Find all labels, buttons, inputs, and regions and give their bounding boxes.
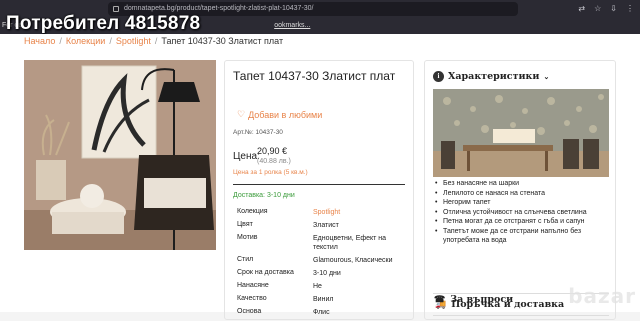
interior-scene-image: [24, 60, 216, 250]
price-per-roll: Цена за 1 ролка (5 кв.м.): [233, 169, 308, 176]
toolbar-icons: ⇄ ☆ ⇩ ⋮: [578, 4, 634, 14]
wallpaper-room-image[interactable]: [433, 89, 609, 177]
spec-row: Срок на доставка 3-10 дни: [237, 269, 407, 278]
breadcrumb-spotlight[interactable]: Spotlight: [116, 36, 151, 46]
headset-icon: ☎: [434, 294, 446, 305]
spec-key: Мотив: [237, 234, 258, 241]
user-overlay-title: Потребител 4815878: [6, 13, 201, 34]
spec-value: Не: [313, 283, 322, 290]
list-item: Негорим тапет: [435, 198, 611, 208]
questions-toggle[interactable]: ☎ За въпроси: [434, 294, 513, 305]
room-scene-image: [433, 89, 609, 177]
spec-row: Стил Glamourous, Класически: [237, 256, 407, 265]
spec-value: Златист: [313, 222, 339, 229]
characteristics-list: Без нанасяне на шарки Лепилото се нанася…: [435, 179, 611, 246]
watermark-logo: bazar: [568, 284, 636, 308]
chevron-down-icon: ⌄: [543, 72, 550, 81]
product-page: Начало / Колекции / Spotlight / Тапет 10437-30…: [0, 34, 640, 320]
characteristics-title: Характеристики: [448, 71, 540, 82]
download-icon[interactable]: ⇩: [610, 4, 617, 14]
translate-icon[interactable]: ⇄: [578, 4, 585, 14]
spec-key: Цвят: [237, 221, 253, 228]
spec-row: Цвят Златист: [237, 221, 407, 230]
spec-value: Флис: [313, 309, 330, 316]
breadcrumb-home[interactable]: Начало: [24, 36, 55, 46]
divider: [233, 184, 405, 185]
bookmarks-link[interactable]: ookmarks...: [274, 22, 310, 29]
questions-title: За въпроси: [450, 294, 514, 305]
spec-key: Основа: [237, 308, 262, 315]
spec-row: Основа Флис: [237, 308, 407, 317]
add-favorite-label: Добави в любими: [248, 109, 323, 120]
product-title: Тапет 10437-30 Златист плат: [233, 69, 396, 83]
spec-row: Колекция Spotlight: [237, 208, 407, 217]
spec-value-link[interactable]: Spotlight: [313, 208, 407, 217]
spec-row: Нанасяне Не: [237, 282, 407, 291]
breadcrumb-current: Тапет 10437-30 Златист плат: [161, 36, 284, 46]
bookmark-star-icon[interactable]: ☆: [594, 4, 601, 14]
spec-key: Срок на доставка: [237, 269, 294, 276]
list-item: Тапетът може да се отстрани напълно без …: [435, 227, 611, 246]
spec-key: Качество: [237, 295, 267, 302]
price-label: Цена:: [233, 151, 260, 162]
spec-row: Качество Винил: [237, 295, 407, 304]
characteristics-toggle[interactable]: i Характеристики ⌄: [433, 71, 549, 82]
spec-value: 3-10 дни: [313, 270, 341, 277]
price-lev: (40.88 лв.): [257, 158, 291, 165]
lock-icon: [113, 6, 119, 12]
address-text: domnatapeta.bg/product/tapet-spotlight-z…: [124, 5, 314, 12]
breadcrumb: Начало / Колекции / Spotlight / Тапет 10437-30…: [24, 36, 283, 46]
breadcrumb-sep: /: [154, 36, 158, 46]
delivery-time: Доставка: 3-10 дни: [233, 192, 295, 199]
heart-icon: ♡: [237, 109, 246, 119]
spec-key: Стил: [237, 256, 254, 263]
spec-key: Колекция: [237, 208, 268, 215]
article-number: Арт.№: 10437-30: [233, 129, 283, 136]
spec-value: Glamourous, Класически: [313, 257, 393, 264]
breadcrumb-sep: /: [59, 36, 62, 46]
spec-row: Мотив Едноцветни, Ефект на текстил: [237, 234, 407, 252]
spec-key: Нанасяне: [237, 282, 269, 289]
spec-value: Едноцветни, Ефект на текстил: [313, 235, 387, 251]
add-favorite-button[interactable]: ♡ Добави в любими: [237, 109, 322, 120]
spec-value: Винил: [313, 296, 334, 303]
list-item: Отлична устойчивост на слънчева светлина: [435, 208, 611, 218]
info-icon: i: [433, 71, 444, 82]
characteristics-panel: i Характеристики ⌄ Без нана: [424, 60, 616, 320]
product-photo[interactable]: [24, 60, 216, 250]
list-item: Без нанасяне на шарки: [435, 179, 611, 189]
spec-table: Колекция Spotlight Цвят Златист Мотив Едноц…: [237, 208, 407, 321]
extensions-icon[interactable]: ⋮: [626, 4, 634, 14]
list-item: Лепилото се нанася на стената: [435, 189, 611, 199]
product-info-card: Тапет 10437-30 Златист плат ♡ Добави в л…: [224, 60, 414, 320]
divider: [433, 315, 609, 316]
breadcrumb-sep: /: [109, 36, 112, 46]
list-item: Петна могат да се отстранят с гъба и сап…: [435, 217, 611, 227]
price-eur: 20,90 €: [257, 146, 288, 156]
breadcrumb-collections[interactable]: Колекции: [66, 36, 105, 46]
